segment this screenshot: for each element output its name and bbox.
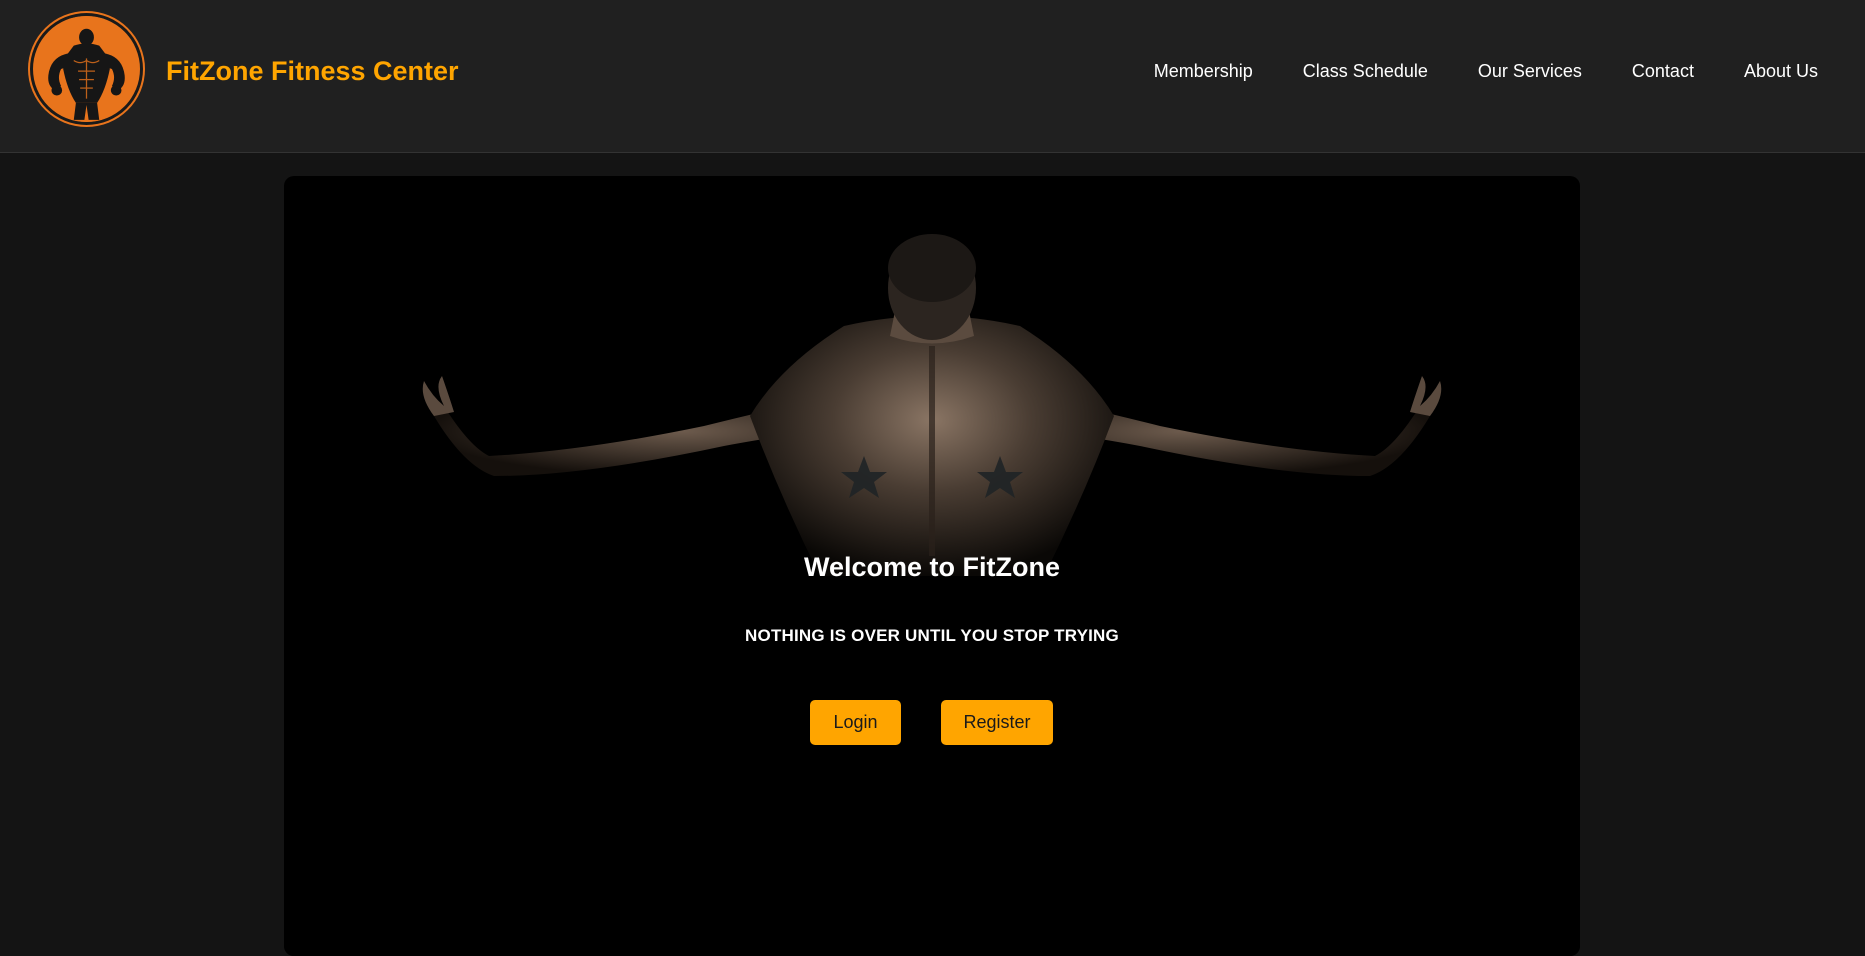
site-header: FitZone Fitness Center Membership Class … <box>0 0 1865 153</box>
hero-section: Welcome to FitZone NOTHING IS OVER UNTIL… <box>284 176 1580 956</box>
hero-tagline: NOTHING IS OVER UNTIL YOU STOP TRYING <box>745 626 1119 645</box>
login-button[interactable]: Login <box>810 700 901 745</box>
nav-about-us[interactable]: About Us <box>1744 61 1818 82</box>
brand-name[interactable]: FitZone Fitness Center <box>166 56 459 87</box>
hero-title: Welcome to FitZone <box>803 552 1060 582</box>
bodybuilder-logo-icon[interactable] <box>30 13 143 125</box>
nav-contact[interactable]: Contact <box>1632 61 1694 82</box>
register-button[interactable]: Register <box>941 700 1053 745</box>
nav-class-schedule[interactable]: Class Schedule <box>1303 61 1428 82</box>
nav-membership[interactable]: Membership <box>1154 61 1253 82</box>
main-nav: Membership Class Schedule Our Services C… <box>1104 61 1818 82</box>
nav-our-services[interactable]: Our Services <box>1478 61 1582 82</box>
